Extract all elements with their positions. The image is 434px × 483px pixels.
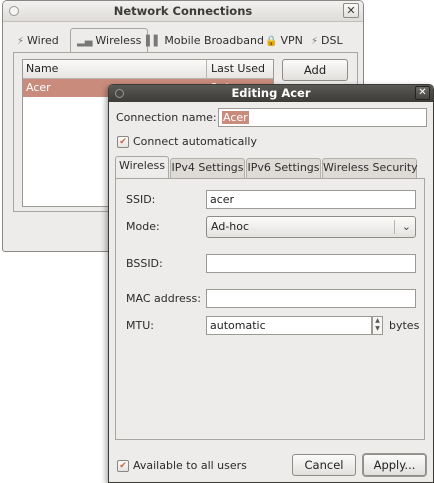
chevron-down-icon: ⌄ — [401, 220, 411, 233]
ssid-field[interactable]: acer — [206, 190, 416, 209]
mac-address-field[interactable] — [206, 289, 416, 308]
cancel-button[interactable]: Cancel — [292, 454, 356, 476]
lock-icon: 🔒 — [265, 36, 278, 47]
tab-wireless[interactable]: ▂▄ Wireless — [70, 28, 149, 53]
apply-button[interactable]: Apply... — [363, 454, 426, 476]
dialog-titlebar[interactable]: Editing Acer ✕ — [109, 85, 433, 102]
connect-automatically-label[interactable]: Connect automatically — [133, 135, 257, 148]
editing-connection-dialog: Editing Acer ✕ Connection name: Acer ✔ C… — [108, 84, 434, 483]
mac-address-label: MAC address: — [126, 292, 201, 305]
spin-down-icon[interactable]: ▼ — [373, 325, 382, 333]
tab-vpn[interactable]: 🔒 VPN — [265, 32, 303, 52]
dialog-title: Editing Acer — [231, 86, 311, 100]
wireless-settings-panel: SSID: acer Mode: Ad-hoc ⌄ BSSID: MAC add… — [115, 178, 425, 440]
tab-mobile-broadband[interactable]: ▌▌ Mobile Broadband — [146, 32, 264, 52]
mtu-spin-buttons[interactable]: ▲ ▼ — [372, 316, 383, 335]
signal-bars-icon: ▌▌ — [146, 36, 162, 47]
column-header-last-used[interactable]: Last Used — [207, 60, 273, 78]
add-button[interactable]: Add — [282, 59, 348, 81]
bssid-label: BSSID: — [126, 257, 163, 270]
window-title: Network Connections — [113, 4, 253, 18]
mtu-field[interactable]: automatic — [206, 316, 372, 335]
tab-wired[interactable]: ⚡ Wired — [17, 32, 59, 52]
tab-ipv4-settings[interactable]: IPv4 Settings — [170, 158, 245, 178]
spin-up-icon[interactable]: ▲ — [373, 317, 382, 325]
connection-name-field[interactable]: Acer — [218, 108, 427, 127]
tab-wireless-security[interactable]: Wireless Security — [322, 158, 418, 178]
tab-ipv6-settings[interactable]: IPv6 Settings — [246, 158, 321, 178]
mtu-label: MTU: — [126, 319, 154, 332]
tab-wireless[interactable]: Wireless — [115, 156, 169, 179]
plug-icon: ⚡ — [311, 36, 319, 47]
wifi-bars-icon: ▂▄ — [77, 36, 93, 47]
plug-icon: ⚡ — [17, 36, 25, 47]
close-icon[interactable]: ✕ — [343, 3, 359, 18]
connection-name-label: Connection name: — [116, 111, 217, 124]
settings-tabs: Wireless IPv4 Settings IPv6 Settings Wir… — [115, 156, 423, 179]
connect-automatically-checkbox[interactable]: ✔ — [117, 136, 129, 148]
selected-text: Acer — [222, 111, 249, 124]
mtu-unit-label: bytes — [389, 319, 420, 332]
close-icon[interactable]: ✕ — [415, 86, 430, 100]
available-to-all-users-checkbox[interactable]: ✔ — [117, 460, 129, 472]
window-menu-icon[interactable] — [115, 89, 124, 98]
tab-dsl[interactable]: ⚡ DSL — [311, 32, 343, 52]
available-to-all-users-label[interactable]: Available to all users — [133, 459, 247, 472]
connection-type-tabs: ⚡ Wired ▂▄ Wireless ▌▌ Mobile Broadband 🔒 VP… — [13, 28, 358, 53]
bssid-field[interactable] — [206, 254, 416, 273]
window-menu-icon[interactable] — [9, 6, 19, 16]
network-connections-titlebar[interactable]: Network Connections ✕ — [3, 1, 363, 22]
mode-selected-value: Ad-hoc — [211, 220, 250, 233]
mode-label: Mode: — [126, 220, 160, 233]
ssid-label: SSID: — [126, 193, 156, 206]
dropdown-separator — [394, 220, 395, 234]
mode-dropdown[interactable]: Ad-hoc ⌄ — [206, 216, 416, 238]
column-header-name[interactable]: Name — [23, 60, 207, 78]
list-header: Name Last Used — [23, 60, 273, 79]
